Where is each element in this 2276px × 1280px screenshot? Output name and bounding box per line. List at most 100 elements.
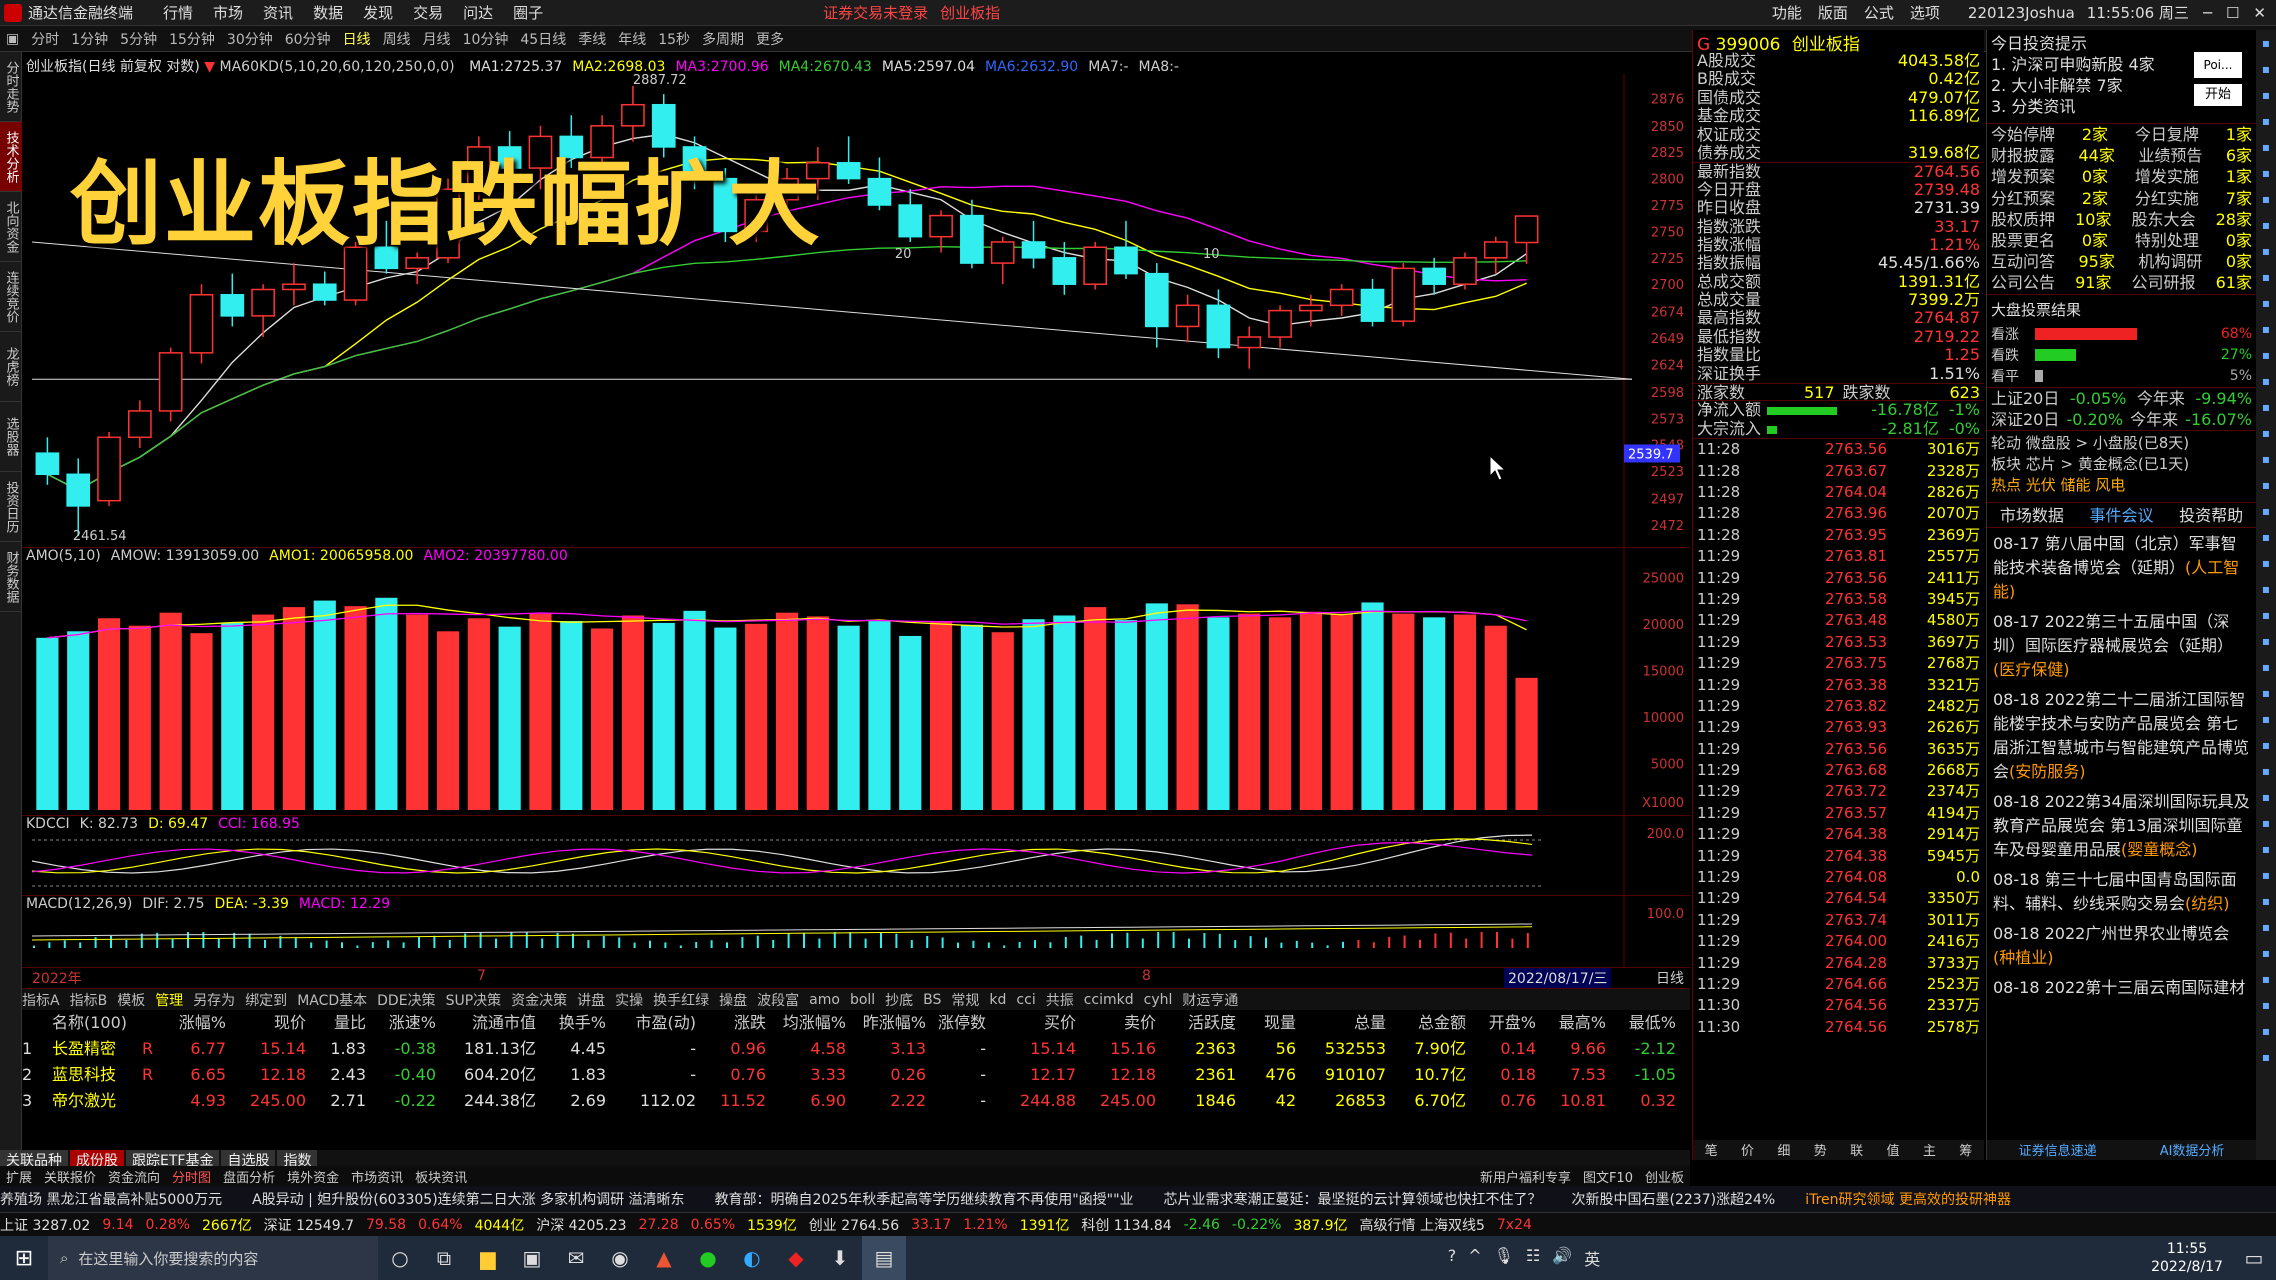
stats-row[interactable]: 分红预案 2家 分红实施 7家 [1987, 188, 2256, 209]
menu-5[interactable]: 交易 [413, 2, 443, 23]
period-tab-4[interactable]: 30分钟 [227, 29, 273, 49]
side-tool-icon[interactable]: ▪ [2256, 342, 2276, 368]
tick-tab-3[interactable]: 势 [1814, 1140, 1827, 1160]
side-tool-icon[interactable]: ▪ [2256, 1018, 2276, 1044]
tick-tab-4[interactable]: 联 [1850, 1140, 1863, 1160]
side-tool-icon[interactable]: ▪ [2256, 888, 2276, 914]
side-tool-icon[interactable]: ▪ [2256, 186, 2276, 212]
menu-3[interactable]: 数据 [313, 2, 343, 23]
close-icon[interactable]: ✕ [2253, 4, 2266, 22]
info-bottom-tab-0[interactable]: 证券信息速递 [2019, 1140, 2097, 1160]
bottom-subtab-4[interactable]: 盘面分析 [223, 1167, 275, 1186]
ticker-item[interactable]: 芯片业需求寒潮正蔓延：最坚挺的云计算领域也快扛不住了？ [1164, 1189, 1542, 1209]
stats-row[interactable]: 股权质押 10家 股东大会 28家 [1987, 209, 2256, 230]
info-bottom-tab-1[interactable]: AI数据分析 [2160, 1140, 2225, 1160]
right-menu-3[interactable]: 选项 [1910, 2, 1940, 23]
side-tool-icon[interactable]: ▪ [2256, 836, 2276, 862]
side-tool-icon[interactable]: ▪ [2256, 56, 2276, 82]
user-name[interactable]: 220123Joshua [1968, 4, 2075, 22]
maximize-icon[interactable]: ☐ [2226, 4, 2239, 22]
stats-row[interactable]: 今始停牌 2家 今日复牌 1家 [1987, 124, 2256, 145]
rotation-item[interactable]: 热点 光伏 储能 风电 [1991, 475, 2252, 496]
leftnav-item-1[interactable]: 技术分析 [0, 122, 22, 192]
side-tool-icon[interactable]: ▪ [2256, 264, 2276, 290]
ticker-item[interactable]: 养殖场 黑龙江省最高补贴5000万元 [0, 1189, 222, 1209]
edge-icon[interactable]: ◐ [730, 1236, 774, 1280]
office-icon[interactable]: ▲ [642, 1236, 686, 1280]
indicator-tab-17[interactable]: 抄底 [885, 990, 913, 1010]
side-tool-icon[interactable]: ▪ [2256, 576, 2276, 602]
side-tool-icon[interactable]: ▪ [2256, 940, 2276, 966]
kdcci-chart[interactable]: 200.0 [22, 816, 1690, 896]
news-item[interactable]: 08-18 2022第二十二届浙江国际智能楼宇技术与安防产品展览会 第七届浙江智… [1987, 688, 2256, 784]
taskbar-clock[interactable]: 11:55 2022/8/17 [2142, 1240, 2232, 1276]
period-tab-15[interactable]: 更多 [756, 29, 784, 49]
indicator-tab-13[interactable]: 操盘 [719, 990, 747, 1010]
indicator-tab-6[interactable]: MACD基本 [297, 990, 367, 1010]
side-tool-icon[interactable]: ▪ [2256, 498, 2276, 524]
side-tool-icon[interactable]: ▪ [2256, 992, 2276, 1018]
stats-row[interactable]: 互动问答 95家 机构调研 0家 [1987, 251, 2256, 272]
stats-row[interactable]: 公司公告 91家 公司研报 61家 [1987, 272, 2256, 293]
leftnav-item-7[interactable]: 财务数据 [0, 542, 22, 612]
macd-chart[interactable]: 100.0 [22, 896, 1690, 968]
kline-chart[interactable]: 2876 2850 2825 2800 2775 2750 2725 2700 2674 2649… [22, 52, 1690, 548]
indicator-tab-19[interactable]: 常规 [951, 990, 979, 1010]
indicator-tab-16[interactable]: boll [850, 992, 875, 1008]
indicator-tab-15[interactable]: amo [809, 992, 840, 1008]
side-tool-icon[interactable]: ▪ [2256, 758, 2276, 784]
ticker-item[interactable]: 教育部：明确自2025年秋季起高等学历继续教育不再使用"函授""业 [715, 1189, 1134, 1209]
notification-icon[interactable]: ▭ [2232, 1236, 2276, 1280]
stats-row[interactable]: 财报披露 44家 业绩预告 6家 [1987, 145, 2256, 166]
menu-2[interactable]: 资讯 [263, 2, 293, 23]
side-tool-icon[interactable]: ▪ [2256, 966, 2276, 992]
period-tab-13[interactable]: 15秒 [658, 29, 690, 49]
app-icon-1[interactable]: ◉ [598, 1236, 642, 1280]
bottom-right-tab-0[interactable]: 新用户福利专享 [1480, 1171, 1571, 1186]
tick-tab-0[interactable]: 笔 [1705, 1140, 1718, 1160]
stats-row[interactable]: 增发预案 0家 增发实施 1家 [1987, 166, 2256, 187]
side-tool-icon[interactable]: ▪ [2256, 446, 2276, 472]
store-icon[interactable]: ▣ [510, 1236, 554, 1280]
popup-button[interactable]: Poi... [2194, 52, 2242, 78]
table-row[interactable]: 1 长盈精密 R 6.77 15.14 1.83 -0.38 181.13亿 4.45 - 0.96… [22, 1036, 1690, 1062]
indicator-tab-21[interactable]: cci [1016, 992, 1035, 1008]
news-item[interactable]: 08-18 2022第34届深圳国际玩具及教育产品展览会 第13届深圳国际童车及… [1987, 790, 2256, 862]
bottom-subtab-5[interactable]: 境外资金 [287, 1167, 339, 1186]
ime-indicator[interactable]: 英 [1584, 1246, 1600, 1270]
side-tool-icon[interactable]: ▪ [2256, 810, 2276, 836]
indicator-tab-24[interactable]: cyhl [1144, 992, 1173, 1008]
bottom-subtab-3[interactable]: 分时图 [172, 1167, 211, 1186]
side-tool-icon[interactable]: ▪ [2256, 108, 2276, 134]
leftnav-item-2[interactable]: 北向资金 [0, 192, 22, 262]
period-tab-2[interactable]: 5分钟 [120, 29, 157, 49]
volume-pane[interactable]: AMO(5,10) AMOW: 13913059.00 AMO1: 20065958… [22, 548, 1690, 816]
ticker-item[interactable]: A股异动 | 妲升股份(603305)连续第二日大涨 多家机构调研 溢清晰东 [252, 1189, 684, 1209]
help-icon[interactable]: ? [1448, 1246, 1457, 1270]
indicator-tab-14[interactable]: 波段富 [757, 990, 799, 1010]
side-tool-icon[interactable]: ▪ [2256, 82, 2276, 108]
side-tool-icon[interactable]: ▪ [2256, 654, 2276, 680]
indicator-tab-4[interactable]: 另存为 [193, 990, 235, 1010]
side-tool-icon[interactable]: ▪ [2256, 368, 2276, 394]
indicator-tab-5[interactable]: 绑定到 [245, 990, 287, 1010]
stats-row[interactable]: 股票更名 0家 特别处理 0家 [1987, 230, 2256, 251]
side-tool-icon[interactable]: ▪ [2256, 680, 2276, 706]
news-item[interactable]: 08-18 第三十七届中国青岛国际面料、辅料、纱线采购交易会(纺织) [1987, 868, 2256, 916]
period-tab-11[interactable]: 季线 [578, 29, 606, 49]
menu-0[interactable]: 行情 [163, 2, 193, 23]
taskbar-search[interactable]: ⌕ 在这里输入你要搜索的内容 [48, 1236, 378, 1280]
ticker-item[interactable]: iTren研究领域 更高效的投研神器 [1805, 1189, 2011, 1209]
kline-pane[interactable]: 创业板指(日线 前复权 对数) ▼ MA60KD(5,10,20,60,120,… [22, 52, 1690, 548]
side-tool-icon[interactable]: ▪ [2256, 472, 2276, 498]
panel-toggle-icon[interactable]: ▣ [6, 31, 19, 47]
notice-link[interactable]: 创业板指 [940, 2, 1000, 23]
period-tab-0[interactable]: 分时 [31, 29, 59, 49]
tick-tab-1[interactable]: 价 [1741, 1140, 1754, 1160]
indicator-tab-12[interactable]: 换手红绿 [653, 990, 709, 1010]
news-item[interactable]: 08-17 2022第三十五届中国（深圳）国际医疗器械展览会（延期） (医疗保健) [1987, 610, 2256, 682]
wechat-icon[interactable]: ● [686, 1236, 730, 1280]
tick-tab-7[interactable]: 筹 [1959, 1140, 1972, 1160]
bottom-subtab-0[interactable]: 扩展 [6, 1167, 32, 1186]
side-tool-icon[interactable]: ▪ [2256, 238, 2276, 264]
